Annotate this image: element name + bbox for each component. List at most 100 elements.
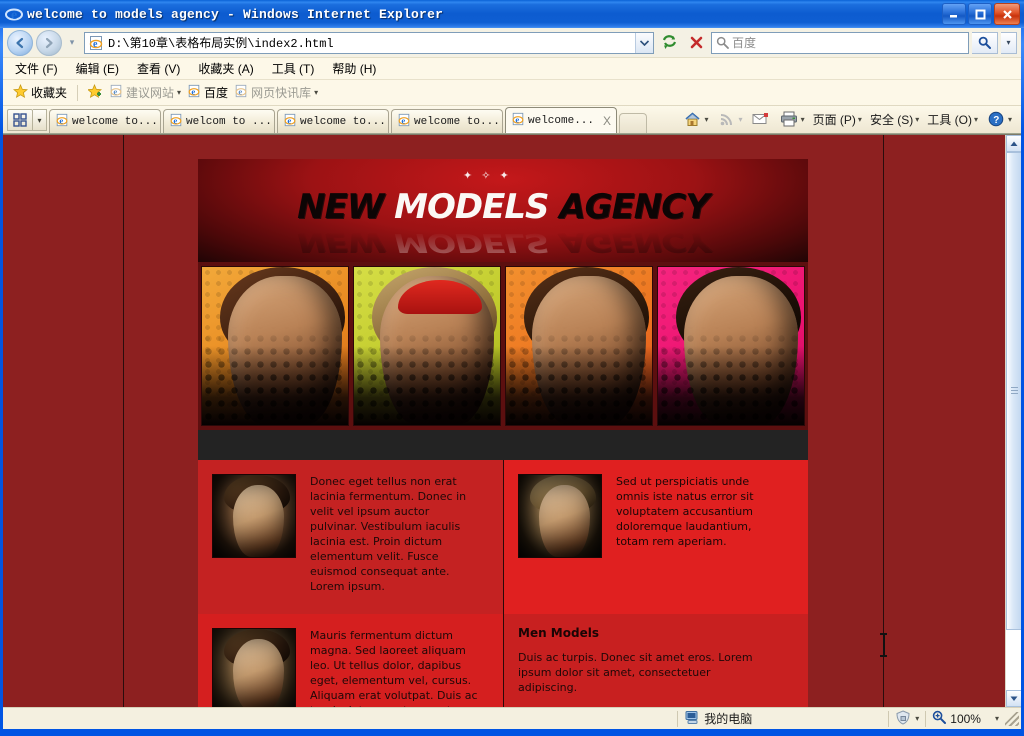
menu-tools[interactable]: 工具 (T) — [272, 60, 315, 77]
menu-view[interactable]: 查看 (V) — [137, 60, 180, 77]
halftone-dots — [354, 267, 500, 425]
nav-strip — [198, 430, 808, 460]
safety-menu-button[interactable]: 安全 (S) ▾ — [867, 111, 922, 128]
forward-button[interactable] — [36, 29, 62, 56]
fav-label: 网页快讯库 — [251, 86, 312, 100]
tab-label: welcome to... — [414, 115, 500, 128]
browser-tab-1[interactable]: e welcome to... — [49, 109, 161, 133]
search-go-button[interactable] — [972, 31, 998, 54]
banner-word-agency: AGENCY — [559, 187, 709, 227]
ie-page-icon: e — [169, 113, 183, 131]
halftone-dots — [506, 267, 652, 425]
fav-item-news-feed[interactable]: e 网页快讯库 ▾ — [234, 84, 318, 101]
print-button[interactable]: ▾ — [776, 109, 808, 129]
banner-title: NEW MODELS AGENCY — [198, 190, 808, 224]
resize-grip[interactable] — [1005, 711, 1019, 726]
favorites-label: 收藏夹 — [31, 86, 68, 100]
page-menu-button[interactable]: 页面 (P) ▾ — [810, 111, 865, 128]
svg-text:e: e — [238, 87, 242, 97]
zoom-level-label: 100% — [950, 711, 981, 726]
tools-menu-label: 工具 (O) — [927, 112, 972, 127]
protected-mode-indicator[interactable]: ▾ — [889, 708, 925, 730]
scroll-up-button[interactable] — [1006, 135, 1021, 152]
address-dropdown[interactable] — [635, 32, 653, 53]
tab-close-icon[interactable]: X — [603, 114, 611, 128]
new-tab-button[interactable] — [619, 113, 647, 133]
model-photo-left[interactable] — [212, 474, 296, 558]
scrollbar-track[interactable] — [1006, 152, 1021, 690]
help-button[interactable]: ? ▾ — [983, 109, 1015, 129]
address-input[interactable]: e D:\第10章\表格布局实例\index2.html — [84, 31, 654, 54]
browser-tab-2[interactable]: e welcom to ... — [163, 109, 275, 133]
star-icon — [12, 83, 29, 102]
fav-item-suggested-sites[interactable]: e 建议网站 ▾ — [109, 84, 181, 101]
tab-label: welcome to... — [300, 115, 386, 128]
model-photo-right[interactable] — [518, 474, 602, 558]
tab-label: welcom to ... — [186, 115, 272, 128]
model-thumb-2[interactable] — [353, 266, 501, 426]
zoom-control[interactable]: 100% ▾ — [926, 708, 1005, 730]
back-button[interactable] — [7, 29, 33, 56]
model-thumb-3[interactable] — [505, 266, 653, 426]
browser-tab-4[interactable]: e welcome to... — [391, 109, 503, 133]
favorites-center-button[interactable]: 收藏夹 — [12, 83, 68, 102]
feeds-button[interactable]: ▾ — [714, 109, 746, 129]
close-button[interactable] — [994, 3, 1020, 25]
tab-list-dropdown[interactable]: ▾ — [33, 109, 47, 131]
browser-tab-3[interactable]: e welcome to... — [277, 109, 389, 133]
recent-pages-dropdown[interactable]: ▾ — [65, 37, 79, 48]
scroll-down-button[interactable] — [1006, 690, 1021, 707]
minimize-button[interactable] — [942, 3, 966, 25]
content-column-right: Sed ut perspiciatis unde omnis iste natu… — [503, 460, 808, 614]
svg-text:e: e — [59, 115, 63, 125]
model-thumb-1[interactable] — [201, 266, 349, 426]
tab-label: welcome to... — [72, 115, 158, 128]
menu-favorites[interactable]: 收藏夹 (A) — [198, 60, 253, 77]
ie-page-icon: e — [234, 84, 248, 101]
vertical-scrollbar[interactable] — [1005, 135, 1021, 707]
add-to-favorites-button[interactable] — [87, 83, 103, 102]
address-url: D:\第10章\表格布局实例\index2.html — [108, 37, 334, 51]
chevron-down-icon: ▾ — [1007, 114, 1012, 124]
mail-button[interactable] — [748, 109, 774, 129]
content-text-right: Sed ut perspiciatis unde omnis iste natu… — [616, 475, 754, 548]
maximize-button[interactable] — [968, 3, 992, 25]
fav-label: 建议网站 — [126, 86, 175, 100]
ie-page-icon: e — [283, 113, 297, 131]
photo-vignette — [213, 629, 295, 707]
safety-menu-label: 安全 (S) — [869, 112, 914, 127]
rss-feed-icon — [717, 109, 737, 129]
security-zone[interactable]: 我的电脑 — [678, 708, 888, 730]
halftone-dots — [658, 267, 804, 425]
refresh-button[interactable] — [657, 31, 681, 55]
tools-menu-button[interactable]: 工具 (O) ▾ — [924, 111, 981, 128]
content-column-right-2: Men Models Duis ac turpis. Donec sit ame… — [503, 614, 808, 707]
menu-edit[interactable]: 编辑 (E) — [76, 60, 119, 77]
model-photo-left-2[interactable] — [212, 628, 296, 707]
page-menu-label: 页面 (P) — [812, 112, 856, 127]
home-button[interactable]: ▾ — [680, 109, 712, 129]
window-title: welcome to models agency - Windows Inter… — [27, 6, 444, 22]
model-thumb-4[interactable] — [657, 266, 805, 426]
chevron-down-icon: ▾ — [857, 114, 862, 124]
content-text-left-2: Mauris fermentum dictum magna. Sed laore… — [310, 629, 478, 707]
content-column-left: Donec eget tellus non erat lacinia ferme… — [198, 460, 503, 614]
banner-reflection: NEW MODELS AGENCY — [198, 227, 808, 257]
chevron-down-icon: ▾ — [800, 114, 805, 124]
browser-tab-5-active[interactable]: e welcome... X — [505, 107, 617, 133]
chevron-down-icon[interactable]: ▾ — [995, 714, 999, 723]
scroll-thumb[interactable] — [1006, 152, 1021, 630]
my-computer-icon — [684, 710, 700, 728]
command-bar: ▾ ▾ ▾ 页面 (P) ▾ 安全 (S) ▾ 工具 (O) ▾ ? ▾ — [680, 105, 1021, 133]
window-controls — [942, 3, 1020, 25]
quick-tabs-button[interactable] — [7, 109, 33, 131]
fav-item-baidu[interactable]: e 百度 — [187, 84, 228, 101]
search-provider-dropdown[interactable]: ▾ — [1001, 31, 1017, 54]
search-input[interactable]: 百度 — [711, 31, 969, 54]
security-zone-label: 我的电脑 — [704, 712, 753, 726]
ie-page-icon: e — [55, 113, 69, 131]
menu-help[interactable]: 帮助 (H) — [332, 60, 376, 77]
content-text-left: Donec eget tellus non erat lacinia ferme… — [310, 475, 467, 593]
stop-button[interactable] — [684, 31, 708, 55]
menu-file[interactable]: 文件 (F) — [15, 60, 58, 77]
